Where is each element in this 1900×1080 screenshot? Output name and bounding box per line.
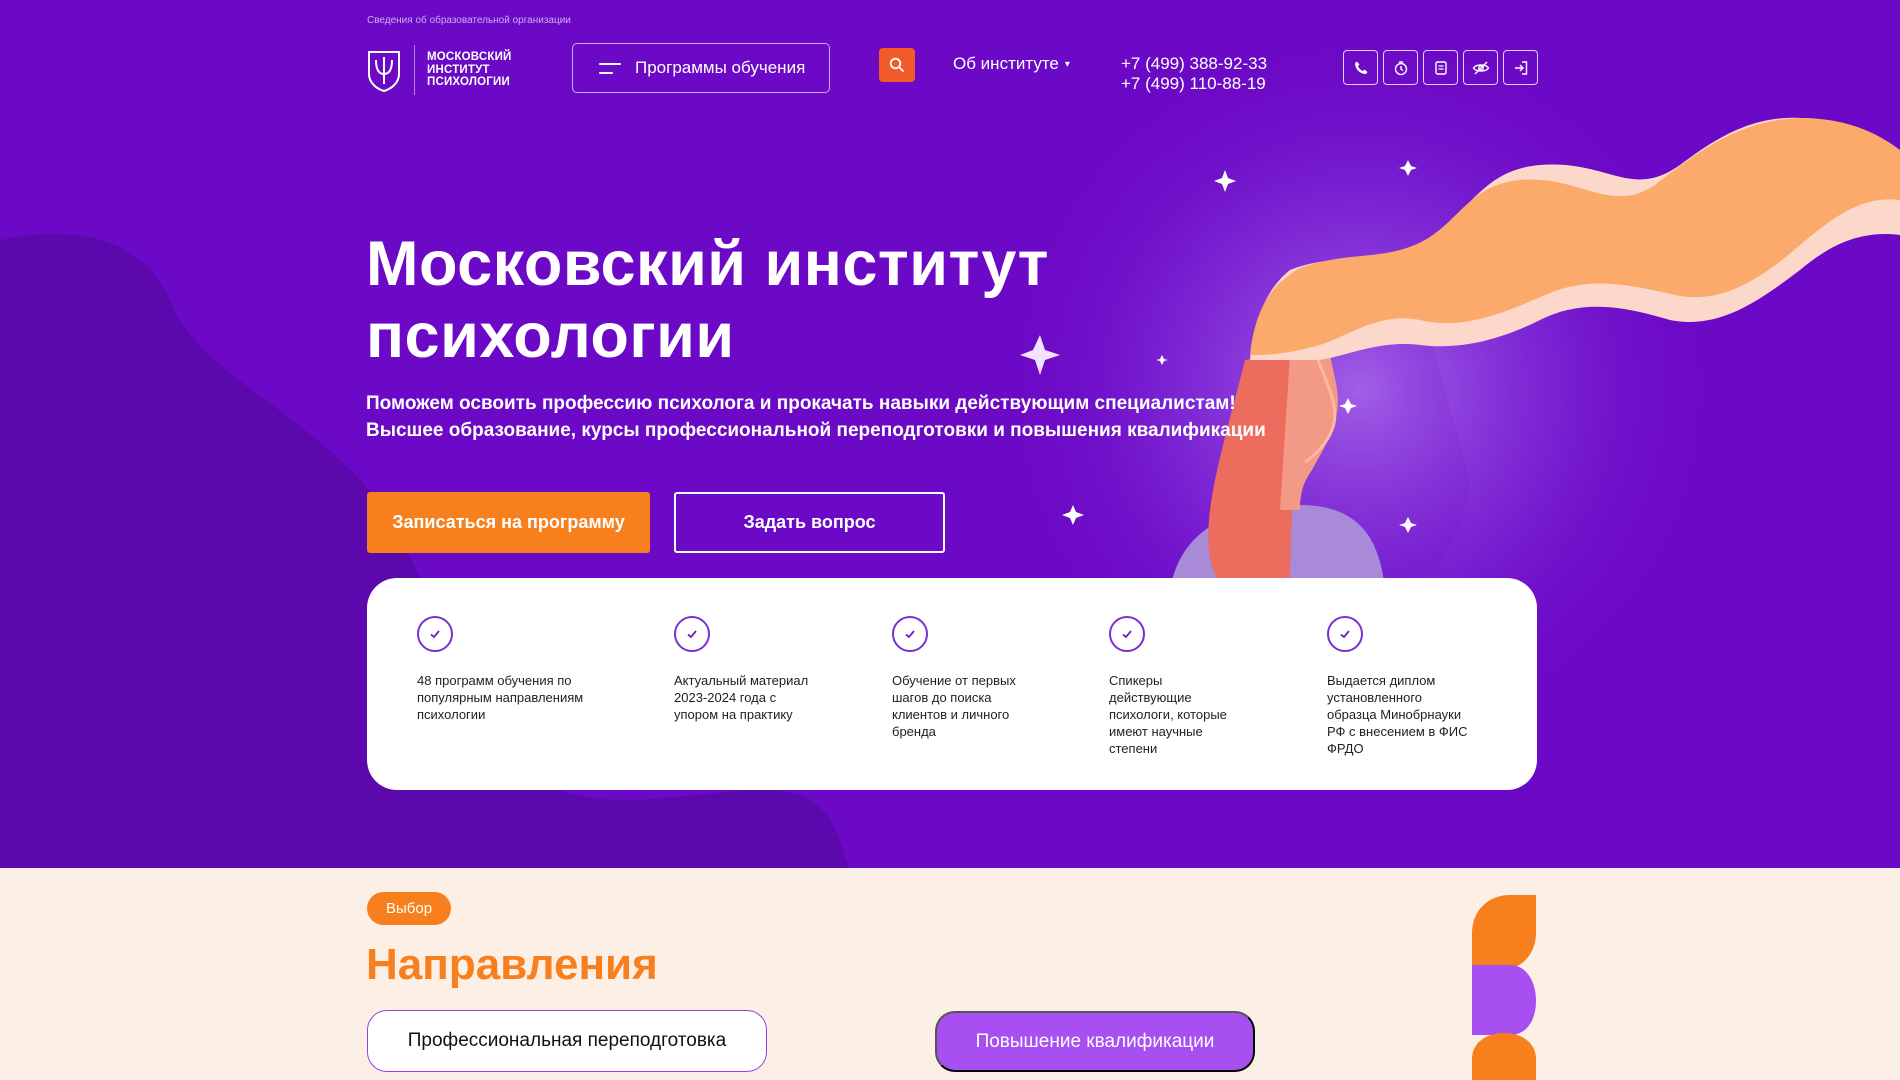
logo-divider [414,45,415,95]
enroll-button[interactable]: Записаться на программу [367,492,650,553]
feature-text: Выдается диплом установленного образца Мин… [1327,673,1468,756]
check-circle-icon [674,616,710,652]
feature-text: Спикеры действующие психологи, которые имею… [1109,673,1227,756]
document-icon[interactable] [1423,50,1458,85]
about-institute-menu[interactable]: Об институте ▾ [953,54,1070,74]
phone-1[interactable]: +7 (499) 388-92-33 [1121,54,1267,74]
psi-logo-icon [368,51,400,92]
logo[interactable]: МОСКОВСКИЙ ИНСТИТУТ ПСИХОЛОГИИ [366,45,512,95]
phone-2[interactable]: +7 (499) 110-88-19 [1121,74,1267,94]
choice-tag: Выбор [367,892,452,925]
check-circle-icon [1327,616,1363,652]
hero-subtitle: Поможем освоить профессию психолога и пр… [366,393,1266,441]
chevron-down-icon: ▾ [1064,58,1070,70]
logo-text: МОСКОВСКИЙ ИНСТИТУТ ПСИХОЛОГИИ [427,51,512,89]
about-institute-label: Об институте [953,54,1059,73]
features-card: 48 программ обучения по популярным направ… [367,578,1537,790]
programs-menu-button[interactable]: Программы обучения [572,43,830,93]
search-button[interactable] [879,48,915,82]
hero-title: Московский институт психологии [366,229,1050,371]
feature-text: Актуальный материал 2023-2024 года с упоро… [674,673,809,722]
timer-icon[interactable] [1383,50,1418,85]
feature-text: Обучение от первых шагов до поиска клиенто… [892,673,1016,739]
ask-question-button[interactable]: Задать вопрос [674,492,945,553]
phone-icon[interactable] [1343,50,1378,85]
menu-icon [599,62,621,74]
feature-item: Выдается диплом установленного образца Мин… [1327,616,1468,757]
org-info-link[interactable]: Сведения об образовательной организации [367,15,571,26]
check-circle-icon [417,616,453,652]
directions-title: Направления [366,940,658,989]
utility-icons [1343,50,1538,85]
feature-item: Актуальный материал 2023-2024 года с упоро… [674,616,808,723]
tab-qualification-upgrade[interactable]: Повышение квалификации [935,1011,1255,1072]
phone-numbers: +7 (499) 388-92-33 +7 (499) 110-88-19 [1121,54,1267,94]
feature-item: 48 программ обучения по популярным направ… [417,616,583,723]
feature-item: Обучение от первых шагов до поиска клиенто… [892,616,1016,740]
login-icon[interactable] [1503,50,1538,85]
programs-menu-label: Программы обучения [635,58,806,77]
decorative-shapes [1472,895,1536,1080]
check-circle-icon [1109,616,1145,652]
check-circle-icon [892,616,928,652]
feature-item: Спикеры действующие психологи, которые имею… [1109,616,1227,757]
tab-professional-retraining[interactable]: Профессиональная переподготовка [367,1010,767,1072]
search-icon [889,57,904,72]
feature-text: 48 программ обучения по популярным направ… [417,673,584,722]
hero-section: Сведения об образовательной организации … [0,0,1900,868]
eye-off-icon[interactable] [1463,50,1498,85]
